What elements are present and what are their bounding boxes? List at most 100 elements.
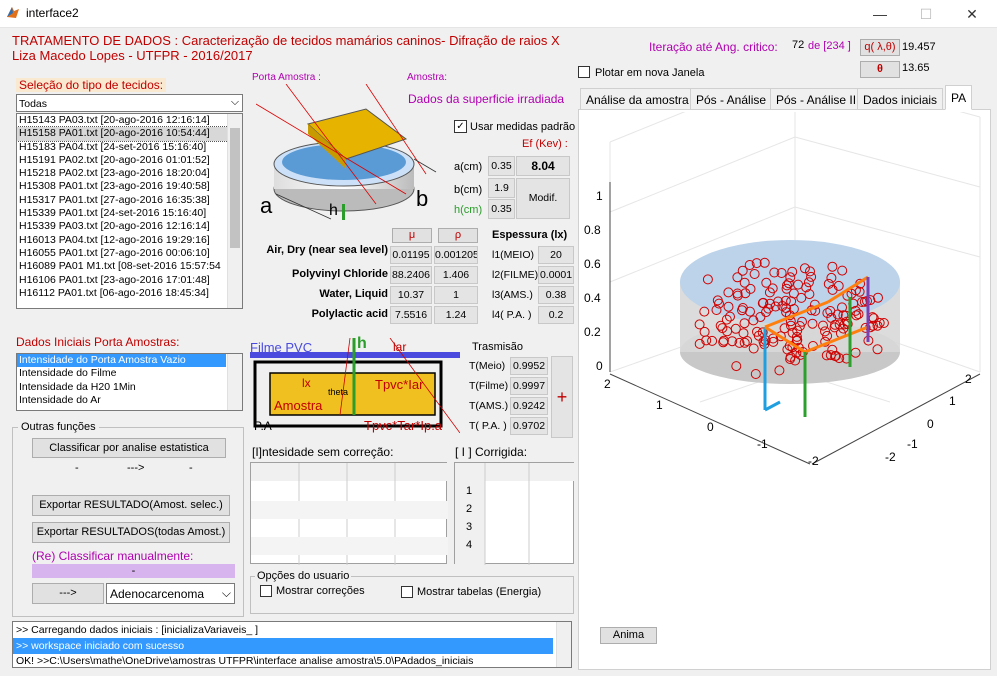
file-list-item[interactable]: H15317 PA01.txt [27-ago-2016 16:35:38] — [17, 194, 242, 207]
theta-button[interactable]: θ — [860, 61, 900, 78]
material-mu-value[interactable]: 0.01195 — [390, 246, 432, 264]
export-selected-button[interactable]: Exportar RESULTADO(Amost. selec.) — [32, 495, 230, 516]
tab-analise-amostra[interactable]: Análise da amostra — [580, 88, 695, 110]
rho-button[interactable]: ρ — [438, 228, 478, 243]
file-list-item[interactable]: H16013 PA04.txt [12-ago-2016 19:29:16] — [17, 234, 242, 247]
right-table-row-number: 2 — [465, 503, 473, 515]
transmission-value[interactable]: 0.9702 — [510, 417, 548, 435]
show-corrections-checkbox[interactable] — [260, 585, 272, 597]
material-mu-value[interactable]: 7.5516 — [390, 306, 432, 324]
tab-pos-analise-ii[interactable]: Pós - Análise II — [770, 88, 863, 110]
diagram-h-marker — [342, 204, 345, 220]
file-list-scrollbar[interactable] — [227, 114, 242, 308]
show-tables-checkbox[interactable] — [401, 586, 413, 598]
file-list-item[interactable]: H15308 PA01.txt [23-ago-2016 19:40:58] — [17, 180, 242, 193]
z-axis-tick: 0.6 — [584, 257, 601, 271]
ef-value[interactable]: 8.04 — [516, 156, 570, 176]
initial-list[interactable]: Intensidade do Porta Amostra Vazio Intens… — [16, 353, 243, 411]
show-tables-label: Mostrar tabelas (Energia) — [417, 586, 542, 598]
plot-new-window-checkbox[interactable] — [578, 66, 590, 78]
tissue-label: Seleção do tipo de tecidos: — [16, 78, 167, 92]
transmission-value[interactable]: 0.9242 — [510, 397, 548, 415]
file-list-item[interactable]: H16089 PA01 M1.txt [08-set-2016 15:57:54 — [17, 260, 242, 273]
material-mu-value[interactable]: 10.37 — [390, 286, 432, 304]
close-button[interactable]: ✕ — [949, 0, 995, 28]
amostra-diagram-label: Amostra — [274, 398, 323, 413]
file-list-item[interactable]: H15191 PA02.txt [20-ago-2016 01:01:52] — [17, 154, 242, 167]
file-list-item[interactable]: H15183 PA04.txt [24-set-2016 15:16:40] — [17, 141, 242, 154]
b-value[interactable]: 1.9 — [488, 178, 515, 198]
porta-label: Porta Amostra : — [252, 72, 321, 83]
initial-list-item[interactable]: Intensidade do Filme — [17, 367, 226, 380]
initial-list-item[interactable]: Intensidade da H20 1Min — [17, 381, 226, 394]
thickness-value[interactable]: 0.0001 — [538, 266, 574, 284]
transmission-label: T(AMS.) — [469, 400, 509, 412]
material-rho-value[interactable]: 1 — [434, 286, 478, 304]
z-axis-tick: 0.4 — [584, 291, 601, 305]
file-list-item[interactable]: H15339 PA03.txt [20-ago-2016 12:16:14] — [17, 220, 242, 233]
right-table-label: [ I ] Corrigida: — [455, 445, 528, 459]
q-button[interactable]: q( λ,θ) — [860, 39, 900, 56]
file-list-item[interactable]: H15143 PA03.txt [20-ago-2016 12:16:14] — [17, 114, 242, 127]
diagram-b-label: b — [416, 186, 429, 211]
theta-label: theta — [328, 387, 349, 397]
right-table-row-number: 3 — [465, 521, 473, 533]
left-table[interactable] — [250, 462, 448, 565]
material-rho-value[interactable]: 0.001205 — [434, 246, 478, 264]
thickness-value[interactable]: 0.38 — [538, 286, 574, 304]
classify-button[interactable]: Classificar por analise estatistica — [32, 438, 226, 458]
transmission-value[interactable]: 0.9997 — [510, 377, 548, 395]
use-std-checkbox[interactable]: ✓ — [454, 120, 467, 133]
modif-button[interactable]: Modif. — [516, 178, 570, 219]
classify-result-1: - — [75, 462, 79, 474]
file-list-item[interactable]: H16106 PA01.txt [23-ago-2016 17:01:48] — [17, 274, 242, 287]
header-title: TRATAMENTO DE DADOS : Caracterização de … — [12, 33, 560, 48]
initial-list-item[interactable]: Intensidade do Porta Amostra Vazio — [17, 354, 226, 368]
file-list-item[interactable]: H16112 PA01.txt [06-ago-2016 18:45:34] — [17, 287, 242, 300]
iter-label: Iteração até Ang. critico: — [649, 40, 778, 54]
iter-value: 72 — [792, 39, 805, 51]
a-value[interactable]: 0.35 — [488, 156, 515, 176]
right-table-row-number: 1 — [465, 485, 473, 497]
ix-label: lx — [302, 376, 311, 390]
material-rho-value[interactable]: 1.24 — [434, 306, 478, 324]
material-mu-value[interactable]: 88.2406 — [390, 266, 432, 284]
thickness-value[interactable]: 0.2 — [538, 306, 574, 324]
file-list[interactable]: H15143 PA03.txt [20-ago-2016 12:16:14] H1… — [16, 113, 243, 309]
initial-label: Dados Iniciais Porta Amostras: — [16, 335, 180, 349]
console-scrollbar[interactable] — [556, 622, 571, 667]
tab-pa[interactable]: PA — [945, 85, 973, 110]
reclassify-go-button[interactable]: ---> — [32, 583, 104, 604]
thickness-title: Espessura (lx) — [492, 229, 568, 241]
file-list-item[interactable]: H15218 PA02.txt [23-ago-2016 18:20:04] — [17, 167, 242, 180]
x-axis-tick: 1 — [656, 398, 663, 412]
maximize-button[interactable]: ☐ — [903, 0, 949, 28]
class-select[interactable]: Adenocarcenoma ⌵ — [106, 583, 235, 604]
tab-pos-analise[interactable]: Pós - Análise — [690, 88, 773, 110]
anima-button[interactable]: Anima — [600, 627, 657, 644]
transmission-value[interactable]: 0.9952 — [510, 357, 548, 375]
transmission-label: T(Meio) — [469, 360, 506, 372]
thickness-value[interactable]: 20 — [538, 246, 574, 264]
console-line: >> Carregando dados iniciais : [iniciali… — [16, 624, 259, 636]
h-value[interactable]: 0.35 — [488, 199, 515, 219]
plus-button[interactable]: + — [551, 356, 573, 438]
file-list-item[interactable]: H15158 PA01.txt [20-ago-2016 10:54:44] — [17, 126, 242, 142]
minimize-button[interactable]: — — [857, 0, 903, 28]
file-list-item[interactable]: H15339 PA01.txt [24-set-2016 15:16:40] — [17, 207, 242, 220]
plot-new-window-label: Plotar em nova Janela — [595, 67, 705, 79]
pa-label: P.A — [254, 419, 272, 433]
initial-list-scrollbar[interactable] — [227, 354, 242, 410]
amostra-label: Amostra: — [407, 72, 448, 83]
x-axis-tick: 0 — [707, 420, 714, 434]
material-rho-value[interactable]: 1.406 — [434, 266, 478, 284]
reclassify-label: (Re) Classificar manualmente: — [32, 549, 194, 563]
tab-dados-iniciais[interactable]: Dados iniciais — [857, 88, 944, 110]
mu-button[interactable]: μ — [392, 228, 432, 243]
tissue-select[interactable]: Todas ⌵ — [16, 94, 243, 112]
initial-list-item[interactable]: Intensidade do Ar — [17, 394, 226, 407]
file-list-item[interactable]: H16055 PA01.txt [27-ago-2016 00:06:10] — [17, 247, 242, 260]
chevron-down-icon: ⌵ — [221, 586, 231, 600]
console-log[interactable]: >> Carregando dados iniciais : [iniciali… — [12, 621, 572, 668]
export-all-button[interactable]: Exportar RESULTADOS(todas Amost.) — [32, 522, 230, 543]
